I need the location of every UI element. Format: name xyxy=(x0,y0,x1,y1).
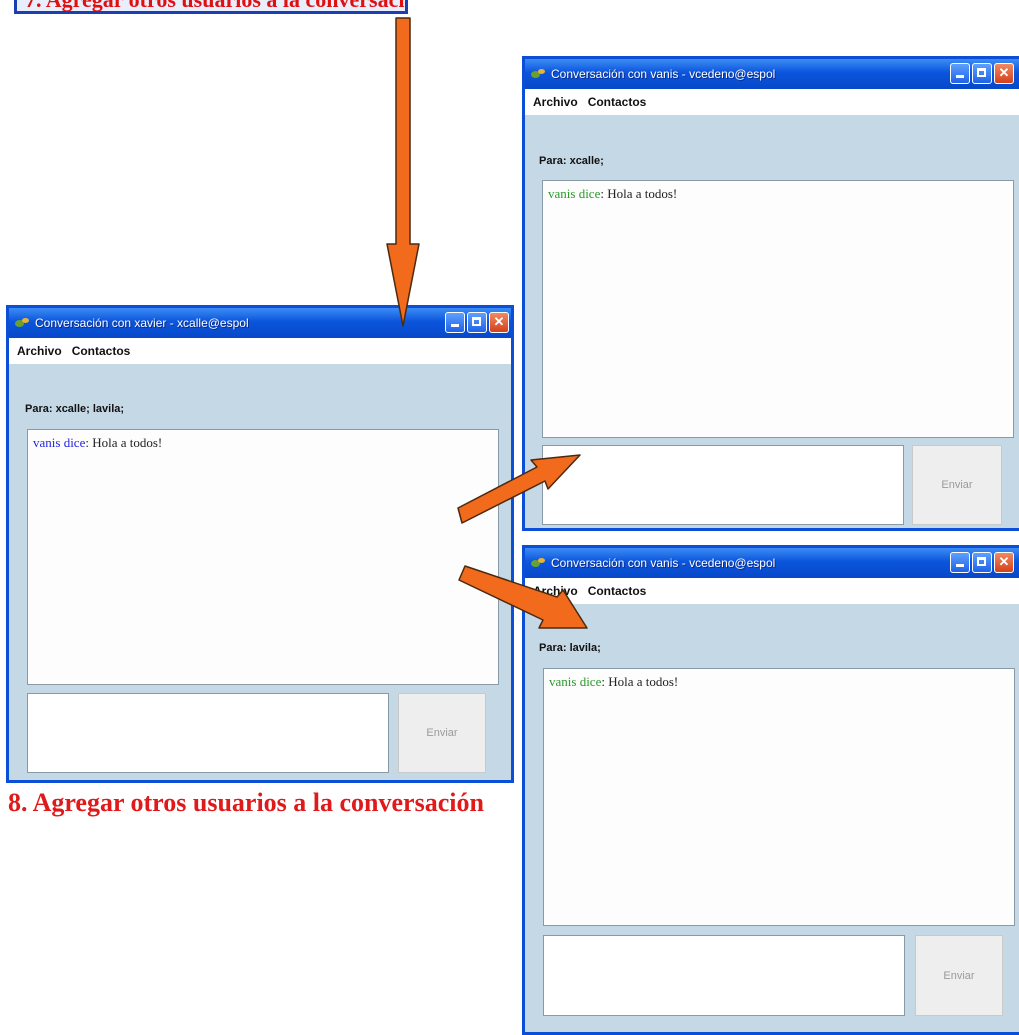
send-button[interactable]: Enviar xyxy=(912,445,1002,525)
maximize-button[interactable] xyxy=(972,552,992,573)
chat-window-vanis-xcalle: Conversación con vanis - vcedeno@espol A… xyxy=(522,56,1019,531)
message-sender: vanis dice xyxy=(549,674,602,689)
down-arrow-icon xyxy=(386,17,420,327)
title-bar[interactable]: Conversación con xavier - xcalle@espol xyxy=(9,308,511,338)
minimize-button[interactable] xyxy=(445,312,465,333)
message-input[interactable] xyxy=(542,445,904,525)
app-icon xyxy=(531,69,545,79)
message-sender: vanis dice xyxy=(33,435,86,450)
close-button[interactable] xyxy=(994,63,1014,84)
maximize-button[interactable] xyxy=(467,312,487,333)
chat-window-xavier: Conversación con xavier - xcalle@espol A… xyxy=(6,305,514,783)
title-bar[interactable]: Conversación con vanis - vcedeno@espol xyxy=(525,59,1019,89)
step-caption: 8. Agregar otros usuarios a la conversac… xyxy=(8,788,484,817)
close-button[interactable] xyxy=(994,552,1014,573)
close-button[interactable] xyxy=(489,312,509,333)
menu-contactos[interactable]: Contactos xyxy=(72,344,131,358)
banner-text: 7. Agregar otros usuarios a la conversac… xyxy=(25,0,405,11)
menu-archivo[interactable]: Archivo xyxy=(17,344,62,358)
recipients-label: Para: lavila; xyxy=(539,642,601,654)
message-text: : Hola a todos! xyxy=(85,435,163,450)
window-title: Conversación con vanis - vcedeno@espol xyxy=(551,556,776,570)
menu-bar: Archivo Contactos xyxy=(525,578,1019,604)
message-text: : Hola a todos! xyxy=(601,674,679,689)
conversation-area[interactable]: vanis dice: Hola a todos! xyxy=(543,668,1015,926)
message-input[interactable] xyxy=(543,935,905,1016)
message-text: : Hola a todos! xyxy=(600,186,678,201)
message-input[interactable] xyxy=(27,693,389,773)
menu-contactos[interactable]: Contactos xyxy=(588,584,647,598)
maximize-button[interactable] xyxy=(972,63,992,84)
menu-archivo[interactable]: Archivo xyxy=(533,95,578,109)
window-title: Conversación con xavier - xcalle@espol xyxy=(35,316,249,330)
menu-contactos[interactable]: Contactos xyxy=(588,95,647,109)
conversation-area[interactable]: vanis dice: Hola a todos! xyxy=(542,180,1014,438)
app-icon xyxy=(531,558,545,568)
conversation-area[interactable]: vanis dice: Hola a todos! xyxy=(27,429,499,685)
menu-archivo[interactable]: Archivo xyxy=(533,584,578,598)
chat-window-vanis-lavila: Conversación con vanis - vcedeno@espol A… xyxy=(522,545,1019,1035)
minimize-button[interactable] xyxy=(950,63,970,84)
recipients-label: Para: xcalle; lavila; xyxy=(25,403,125,415)
minimize-button[interactable] xyxy=(950,552,970,573)
recipients-label: Para: xcalle; xyxy=(539,155,604,167)
instruction-banner: 7. Agregar otros usuarios a la conversac… xyxy=(14,0,408,14)
menu-bar: Archivo Contactos xyxy=(525,89,1019,115)
message-sender: vanis dice xyxy=(548,186,601,201)
send-button[interactable]: Enviar xyxy=(398,693,486,773)
title-bar[interactable]: Conversación con vanis - vcedeno@espol xyxy=(525,548,1019,578)
window-title: Conversación con vanis - vcedeno@espol xyxy=(551,67,776,81)
send-button[interactable]: Enviar xyxy=(915,935,1003,1016)
menu-bar: Archivo Contactos xyxy=(9,338,511,364)
app-icon xyxy=(15,318,29,328)
